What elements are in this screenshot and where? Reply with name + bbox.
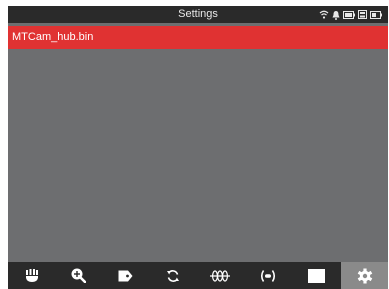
rotate-icon	[166, 269, 180, 283]
bottom-toolbar	[8, 262, 388, 289]
status-bar: Settings	[8, 6, 388, 23]
settings-tab-button[interactable]	[341, 262, 388, 289]
zoom-in-button[interactable]	[55, 262, 102, 289]
blank-button[interactable]	[291, 262, 341, 289]
tag-button[interactable]	[102, 262, 149, 289]
tag-icon	[118, 270, 133, 282]
device-screen: Settings MTCam_hub.bin	[8, 6, 388, 289]
gear-icon	[357, 268, 373, 284]
file-name: MTCam_hub.bin	[12, 31, 94, 43]
bell-icon	[332, 10, 340, 20]
signal-button[interactable]	[244, 262, 291, 289]
wifi-icon	[319, 10, 329, 19]
sd-card-icon	[358, 10, 367, 19]
battery-icon	[343, 10, 355, 19]
zoom-in-icon	[71, 268, 86, 283]
hand-button[interactable]	[8, 262, 55, 289]
hand-icon	[25, 268, 39, 283]
coil-button[interactable]	[196, 262, 244, 289]
coil-icon	[210, 269, 230, 282]
blank-icon	[307, 268, 325, 283]
status-icons	[319, 9, 382, 20]
file-list-item[interactable]: MTCam_hub.bin	[8, 26, 388, 49]
signal-icon	[259, 269, 277, 283]
battery-icon	[370, 10, 382, 19]
rotate-button[interactable]	[149, 262, 196, 289]
